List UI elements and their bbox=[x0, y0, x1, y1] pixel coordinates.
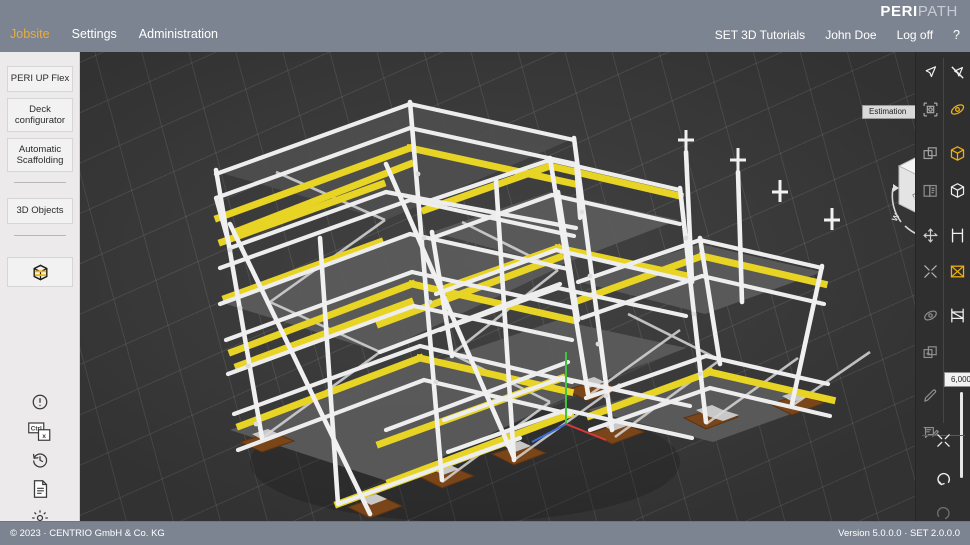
estimation-panel-title: Estimation bbox=[869, 107, 906, 117]
rotate-icon[interactable] bbox=[917, 302, 943, 328]
scaffold-bay-icon[interactable] bbox=[944, 302, 970, 328]
add-copy-icon[interactable] bbox=[917, 339, 943, 365]
copy-objects-icon[interactable] bbox=[917, 140, 943, 166]
3d-viewport[interactable]: Estimation ✕ Top Left Front bbox=[80, 52, 970, 521]
select-box-icon[interactable] bbox=[917, 96, 943, 122]
sidebar-label-automatic-scaffolding: Automatic Scaffolding bbox=[10, 144, 70, 167]
move-icon[interactable] bbox=[917, 222, 943, 248]
logo-peri: PERI bbox=[880, 3, 917, 20]
left-sidebar: PERI UP Flex Deck configurator Automatic… bbox=[0, 52, 80, 521]
cube-icon[interactable] bbox=[944, 177, 970, 203]
footer-copyright: © 2023 · CENTRIO GmbH & Co. KG bbox=[10, 528, 165, 539]
sidebar-label-deck-configurator: Deck configurator bbox=[10, 104, 70, 127]
right-toolbar: 6,000 bbox=[915, 52, 970, 521]
nav-item-settings[interactable]: Settings bbox=[72, 27, 117, 42]
nav-item-jobsite[interactable]: Jobsite bbox=[10, 27, 50, 42]
sidebar-item-automatic-scaffolding[interactable]: Automatic Scaffolding bbox=[7, 138, 73, 172]
orbit-icon[interactable] bbox=[944, 96, 970, 122]
scaffold-object-icon bbox=[31, 263, 50, 282]
footer-version: Version 5.0.0.0 · SET 2.0.0.0 bbox=[838, 528, 960, 539]
bracing-icon[interactable] bbox=[944, 258, 970, 284]
nav-item-user-name[interactable]: John Doe bbox=[825, 28, 876, 42]
primary-nav: Jobsite Settings Administration bbox=[10, 27, 218, 42]
sidebar-item-3d-objects[interactable]: 3D Objects bbox=[7, 198, 73, 224]
top-bar: PERIPATH Jobsite Settings Administration… bbox=[0, 0, 970, 52]
duplicate-page-icon[interactable] bbox=[917, 177, 943, 203]
frame-icon[interactable] bbox=[944, 222, 970, 248]
sidebar-divider-2 bbox=[14, 235, 66, 236]
sidebar-label-3d-objects: 3D Objects bbox=[17, 205, 64, 217]
undo-icon[interactable] bbox=[930, 466, 956, 492]
application-window: PERIPATH Jobsite Settings Administration… bbox=[0, 0, 970, 545]
nav-item-set-3d-tutorials[interactable]: SET 3D Tutorials bbox=[715, 28, 805, 42]
scale-icon[interactable] bbox=[917, 258, 943, 284]
select-cursor-icon[interactable] bbox=[917, 59, 943, 85]
height-slider-value: 6,000 bbox=[944, 372, 970, 387]
pencil-icon[interactable] bbox=[917, 382, 943, 408]
user-nav: SET 3D Tutorials John Doe Log off ? bbox=[715, 28, 960, 42]
nav-item-administration[interactable]: Administration bbox=[139, 27, 218, 42]
scaffolding-3d-model[interactable] bbox=[80, 52, 970, 521]
sidebar-divider-1 bbox=[14, 182, 66, 183]
app-logo: PERIPATH bbox=[880, 3, 958, 20]
document-icon[interactable] bbox=[28, 477, 52, 501]
svg-text:x: x bbox=[42, 433, 46, 440]
logo-path: PATH bbox=[918, 3, 958, 20]
footer-status-bar: © 2023 · CENTRIO GmbH & Co. KG Version 5… bbox=[0, 521, 970, 545]
sidebar-item-deck-configurator[interactable]: Deck configurator bbox=[7, 98, 73, 132]
snap-off-icon[interactable] bbox=[944, 59, 970, 85]
info-icon[interactable] bbox=[28, 390, 52, 414]
sidebar-item-peri-up-flex[interactable]: PERI UP Flex bbox=[7, 66, 73, 92]
cube-highlight-icon[interactable] bbox=[944, 140, 970, 166]
ctrl-x-shortcut-icon[interactable]: Ctrl x bbox=[28, 419, 52, 445]
zoom-to-fit-icon[interactable] bbox=[930, 427, 956, 453]
help-icon[interactable]: ? bbox=[953, 28, 960, 42]
sidebar-label-peri-up-flex: PERI UP Flex bbox=[11, 73, 69, 85]
nav-item-log-off[interactable]: Log off bbox=[897, 28, 933, 42]
history-icon[interactable] bbox=[28, 448, 52, 472]
sidebar-item-scaffold-object[interactable] bbox=[7, 257, 73, 287]
